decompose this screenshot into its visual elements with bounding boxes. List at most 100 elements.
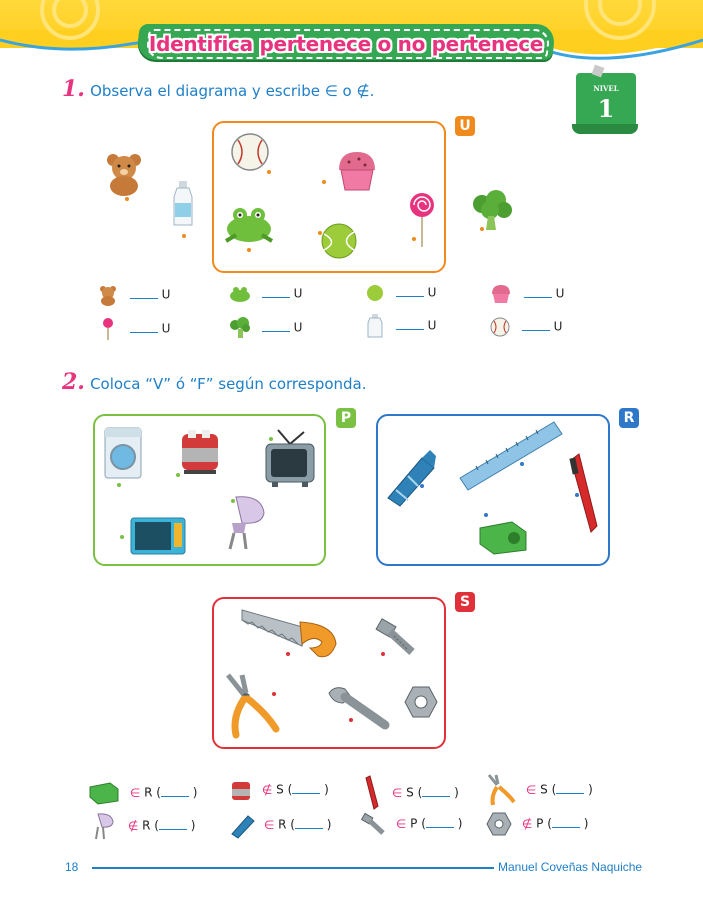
answer-blank[interactable]: [395, 286, 424, 297]
set-name: S: [406, 785, 414, 800]
relation-symbol: ∉: [127, 818, 139, 833]
answer-blank[interactable]: [158, 819, 187, 830]
relation-symbol: ∉: [261, 782, 273, 797]
teddy-bear-icon: [100, 286, 116, 306]
close-paren: ): [326, 817, 332, 832]
relation-symbol: ∈: [129, 785, 141, 800]
answer-row: U: [228, 317, 302, 339]
set-name: R: [278, 817, 287, 832]
statement-row: ∈ S ( ): [486, 774, 593, 806]
relation-symbol: ∉: [521, 816, 533, 831]
answer-blank[interactable]: [422, 786, 451, 797]
set-name: U: [427, 318, 437, 333]
footer-author: Manuel Coveñas Naquiche: [498, 860, 643, 874]
statement-row: ∈ R ( ): [230, 812, 332, 839]
pliers-icon: [487, 774, 516, 806]
teddy-bear-icon: [107, 154, 141, 196]
relation-symbol: ∈: [525, 782, 537, 797]
relation-symbol: ∈: [263, 817, 275, 832]
baseball-icon: [231, 133, 269, 171]
answer-blank[interactable]: [129, 288, 158, 299]
close-paren: ): [192, 785, 198, 800]
saw-icon: [241, 609, 337, 658]
set-name: P: [410, 816, 418, 831]
page-number: 18: [65, 860, 79, 874]
answer-row: U: [98, 317, 170, 341]
exercise-number: 2.: [62, 369, 85, 395]
exercise-2-header: 2. Coloca “V” ó “F” según corresponda.: [62, 369, 367, 395]
set-s-label: S: [455, 592, 475, 612]
set-p-label: P: [336, 408, 356, 428]
crayon-icon: [231, 815, 255, 839]
level-number: 1: [597, 94, 615, 123]
set-u-label: U: [455, 116, 475, 136]
cupcake-icon: [492, 285, 510, 303]
statement-row: ∉ R ( ): [92, 812, 195, 840]
set-r-label: R: [619, 408, 639, 428]
baseball-icon: [490, 317, 510, 337]
set-name: S: [540, 782, 548, 797]
swirl-decoration-icon: [584, 0, 656, 40]
tennis-ball-icon: [367, 285, 383, 301]
set-name: R: [142, 818, 151, 833]
broccoli-icon: [473, 190, 512, 230]
answer-row: U: [366, 284, 436, 302]
crayon-icon: [387, 450, 436, 507]
set-name: U: [161, 321, 171, 336]
close-paren: ): [583, 816, 589, 831]
level-badge-fold: [572, 124, 638, 134]
close-paren: ): [454, 785, 459, 800]
mixer-icon: [95, 813, 114, 840]
answer-blank[interactable]: [294, 818, 323, 829]
page-title: Identifica pertenece o no pertenece: [148, 32, 544, 56]
answer-row: U: [228, 284, 302, 304]
answer-blank[interactable]: [521, 320, 550, 331]
lollipop-icon: [410, 193, 434, 247]
toaster-icon: [182, 430, 218, 474]
answer-blank[interactable]: [556, 783, 585, 794]
answer-blank[interactable]: [551, 817, 580, 828]
pen-icon: [569, 453, 598, 533]
answer-blank[interactable]: [261, 287, 290, 298]
close-paren: ): [588, 782, 593, 797]
bolt-icon: [360, 812, 385, 835]
answer-blank[interactable]: [523, 287, 552, 298]
set-name: R: [144, 785, 153, 800]
statement-row: ∉ P ( ): [486, 812, 588, 836]
set-name: U: [555, 286, 565, 301]
wrench-icon: [328, 687, 390, 730]
bolt-icon: [375, 618, 415, 655]
milk-bottle-icon: [173, 181, 193, 226]
pliers-icon: [226, 673, 280, 739]
sharpener-icon: [479, 521, 527, 555]
answer-blank[interactable]: [425, 817, 454, 828]
sharpener-icon: [89, 782, 119, 805]
relation-symbol: ∈: [391, 785, 403, 800]
microwave-icon: [130, 517, 186, 555]
answer-blank[interactable]: [261, 321, 290, 332]
answer-row: U: [490, 284, 564, 304]
footer-divider: [92, 867, 494, 869]
ruler-icon: [459, 421, 563, 491]
set-name: U: [553, 319, 563, 334]
answer-blank[interactable]: [292, 783, 321, 794]
mixer-icon: [228, 496, 265, 550]
cupcake-icon: [339, 152, 375, 191]
frog-icon: [230, 287, 250, 302]
tennis-ball-icon: [321, 223, 357, 259]
close-paren: ): [457, 816, 463, 831]
broccoli-icon: [230, 317, 250, 338]
toaster-icon: [232, 782, 250, 800]
swirl-decoration-icon: [40, 0, 100, 40]
answer-row: U: [98, 284, 170, 306]
set-name: S: [276, 782, 284, 797]
level-label: NIVEL: [593, 84, 619, 93]
answer-blank[interactable]: [160, 786, 189, 797]
answer-blank[interactable]: [395, 319, 424, 330]
answer-row: U: [490, 317, 562, 337]
answer-blank[interactable]: [129, 322, 158, 333]
washing-machine-icon: [104, 427, 142, 479]
close-paren: ): [324, 782, 329, 797]
set-name: U: [161, 287, 171, 302]
set-name: U: [427, 285, 437, 300]
